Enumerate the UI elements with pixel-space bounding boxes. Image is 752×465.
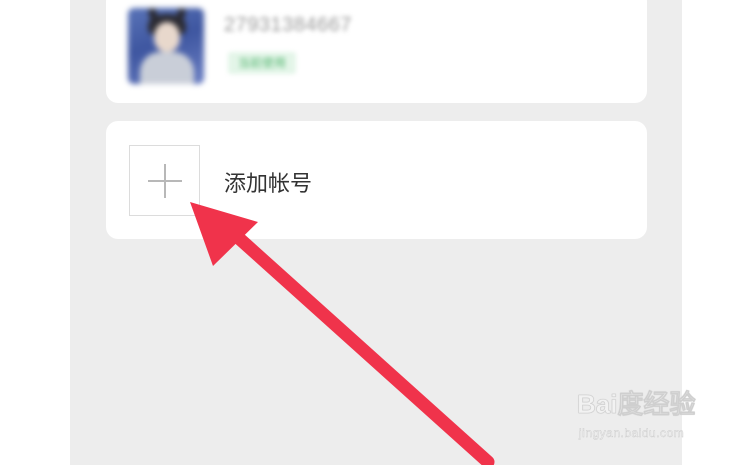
current-account-card[interactable]: 27931384667 当前使用: [106, 0, 647, 103]
avatar: [128, 8, 204, 84]
baidu-jingyan-watermark: Bai度经验 jingyan.baidu.com: [577, 384, 717, 446]
plus-icon: [130, 146, 201, 217]
watermark-logo: Bai度经验: [577, 389, 696, 420]
add-account-button[interactable]: [129, 145, 200, 216]
account-id: 27931384667: [224, 14, 352, 36]
watermark-url: jingyan.baidu.com: [579, 426, 685, 440]
add-account-card[interactable]: 添加帐号: [106, 121, 647, 239]
status-badge: 当前使用: [228, 52, 297, 74]
add-account-label: 添加帐号: [224, 172, 313, 197]
